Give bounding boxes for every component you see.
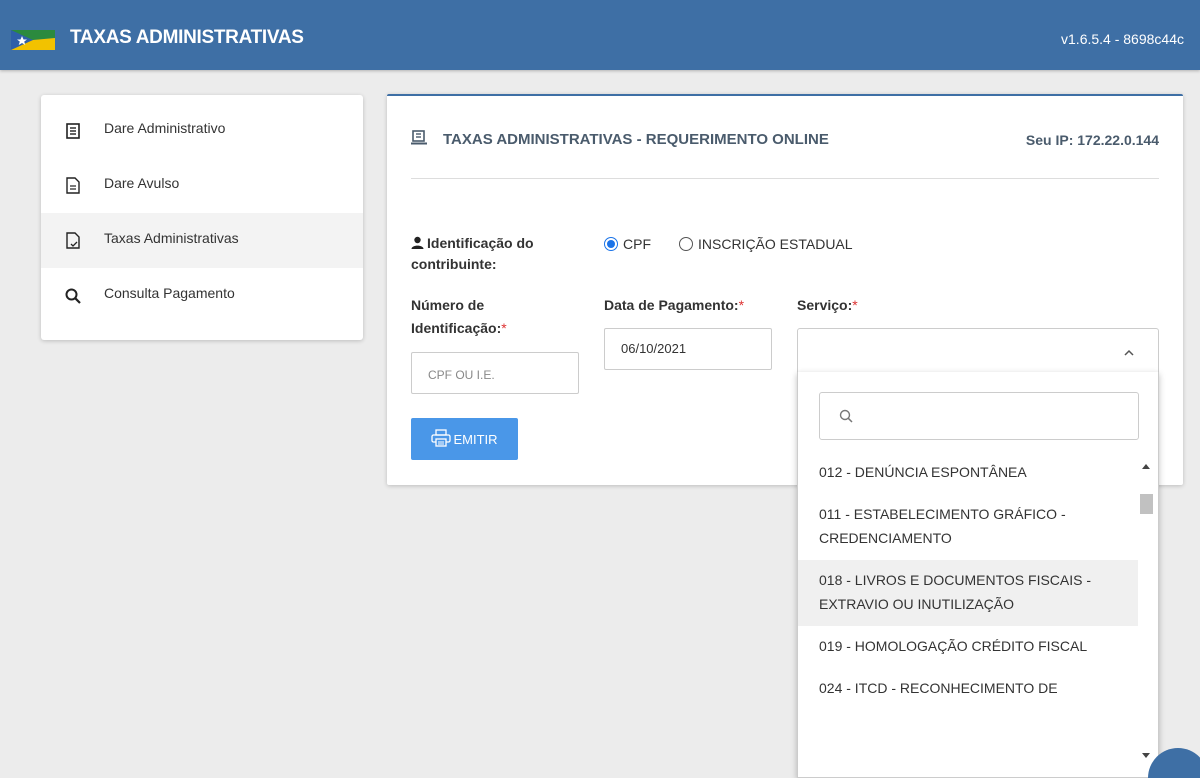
dropdown-option-highlighted[interactable]: 018 - LIVROS E DOCUMENTOS FISCAIS - EXTR…: [798, 560, 1138, 626]
sidebar-item-label: Consulta Pagamento: [104, 284, 235, 301]
servico-select[interactable]: [797, 328, 1159, 376]
flag-logo-icon: [11, 30, 55, 50]
divider: [411, 178, 1159, 179]
dropdown-option[interactable]: 024 - ITCD - RECONHECIMENTO DE: [798, 668, 1138, 710]
identification-label: Identificação do contribuinte:: [411, 235, 534, 272]
emitir-button[interactable]: EMITIR: [411, 418, 518, 460]
sidebar-item-dare-administrativo[interactable]: Dare Administrativo: [41, 103, 363, 158]
servico-label: Serviço:*: [797, 297, 858, 313]
radio-button[interactable]: [679, 237, 693, 251]
printer-icon: [431, 428, 452, 450]
numero-identificacao-input[interactable]: CPF OU I.E.: [411, 352, 579, 394]
user-icon: [411, 236, 424, 249]
emitir-label: EMITIR: [453, 431, 498, 447]
dropdown-option[interactable]: 011 - ESTABELECIMENTO GRÁFICO - CREDENCI…: [798, 494, 1138, 560]
numero-identificacao-label: Número de Identificação:*: [411, 297, 507, 336]
panel-title-text: TAXAS ADMINISTRATIVAS - REQUERIMENTO ONL…: [443, 131, 829, 148]
form-icon: [411, 130, 427, 149]
sidebar-item-consulta-pagamento[interactable]: Consulta Pagamento: [41, 268, 363, 323]
data-pagamento-label: Data de Pagamento:*: [604, 297, 745, 313]
data-pagamento-input[interactable]: 06/10/2021: [604, 328, 772, 370]
dropdown-scrollbar[interactable]: [1138, 458, 1156, 762]
dropdown-list: 012 - DENÚNCIA ESPONTÂNEA 011 - ESTABELE…: [798, 452, 1138, 710]
scroll-up-arrow-icon[interactable]: [1142, 464, 1150, 469]
identification-radio-group: CPF INSCRIÇÃO ESTADUAL: [604, 236, 881, 252]
sidebar-item-label: Dare Administrativo: [104, 119, 226, 136]
dropdown-search-input[interactable]: [819, 392, 1139, 440]
sidebar-item-label: Dare Avulso: [104, 174, 180, 191]
header-bar: TAXAS ADMINISTRATIVAS v1.6.5.4 - 8698c44…: [0, 0, 1200, 70]
radio-button-checked[interactable]: [604, 237, 618, 251]
ip-label: Seu IP: 172.22.0.144: [1025, 132, 1159, 148]
sidebar-item-dare-avulso[interactable]: Dare Avulso: [41, 158, 363, 213]
radio-cpf[interactable]: CPF: [604, 236, 651, 252]
scroll-down-arrow-icon[interactable]: [1142, 753, 1150, 758]
document-icon: [63, 176, 83, 196]
sidebar-item-label: Taxas Administrativas: [104, 229, 239, 246]
app-title: TAXAS ADMINISTRATIVAS: [70, 27, 304, 48]
sidebar-item-taxas-administrativas[interactable]: Taxas Administrativas: [41, 213, 363, 268]
document-check-icon: [63, 231, 83, 251]
chevron-up-icon: [1124, 349, 1134, 356]
list-document-icon: [63, 121, 83, 141]
dropdown-option[interactable]: 019 - HOMOLOGAÇÃO CRÉDITO FISCAL: [798, 626, 1138, 668]
radio-inscricao-estadual[interactable]: INSCRIÇÃO ESTADUAL: [679, 236, 853, 252]
version-label: v1.6.5.4 - 8698c44c: [1061, 31, 1184, 47]
search-icon: [839, 409, 853, 428]
sidebar: Dare Administrativo Dare Avulso Taxas Ad…: [41, 95, 363, 340]
search-icon: [63, 286, 83, 306]
servico-dropdown: 012 - DENÚNCIA ESPONTÂNEA 011 - ESTABELE…: [797, 372, 1159, 778]
panel-title: TAXAS ADMINISTRATIVAS - REQUERIMENTO ONL…: [411, 130, 829, 149]
dropdown-option[interactable]: 012 - DENÚNCIA ESPONTÂNEA: [798, 452, 1138, 494]
scrollbar-thumb[interactable]: [1140, 494, 1153, 514]
